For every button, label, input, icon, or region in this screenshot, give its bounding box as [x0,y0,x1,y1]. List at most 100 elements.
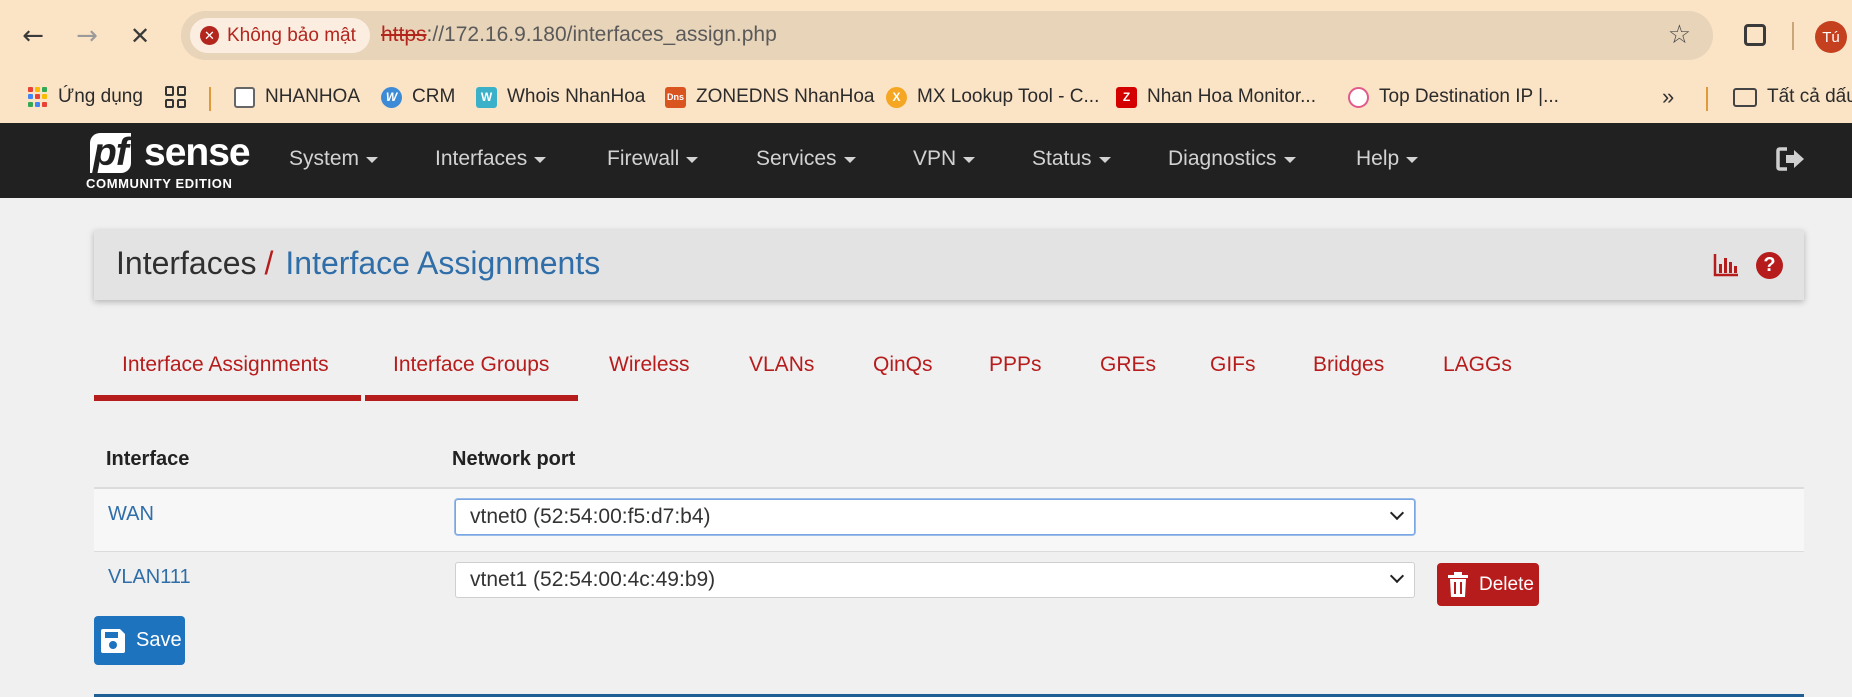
select-value: vtnet1 (52:54:00:4c:49:b9) [470,568,716,591]
tab-ppps[interactable]: PPPs [989,353,1042,377]
browser-toolbar: ← → ✕ ✕ Không bảo mật https://172.16.9.1… [0,0,1852,72]
tab-vlans[interactable]: VLANs [749,353,814,377]
caret-down-icon [963,157,976,163]
toolbar-divider [1792,22,1794,50]
bookmark-monitor[interactable]: Z Nhan Hoa Monitor... [1116,81,1316,113]
menu-services[interactable]: Services [756,147,856,171]
menu-firewall[interactable]: Firewall [607,147,699,171]
bookmark-label: Ứng dụng [58,86,143,107]
logo-sense: sense [144,131,251,174]
url-path: ://172.16.9.180/interfaces_assign.php [426,23,777,46]
tab-wireless[interactable]: Wireless [609,353,690,377]
url-scheme: https [381,23,427,46]
bookmark-tab-groups[interactable] [165,81,187,113]
pfsense-logo[interactable]: pf sense COMMUNITY EDITION [86,132,251,192]
bookmarks-separator [209,87,211,111]
column-header-interface: Interface [106,448,190,470]
tab-gres[interactable]: GREs [1100,353,1156,377]
interface-link-wan[interactable]: WAN [108,503,154,526]
floppy-disk-icon [101,628,125,653]
bookmarks-bar: Ứng dụng NHANHOA W CRM W Whois NhanHoa D… [0,72,1852,123]
tab-active-underline [94,395,361,401]
caret-down-icon [1098,157,1111,163]
logo-edition: COMMUNITY EDITION [86,176,233,191]
bookmark-top-destination[interactable]: Top Destination IP |... [1348,81,1559,113]
chevron-double-right-icon: » [1662,84,1675,109]
save-button[interactable]: Save [94,616,185,665]
bookmark-crm[interactable]: W CRM [381,81,455,113]
tab-bridges[interactable]: Bridges [1313,353,1384,377]
tab-laggs[interactable]: LAGGs [1443,353,1512,377]
interface-link-vlan111[interactable]: VLAN111 [108,566,191,589]
bookmark-label: Top Destination IP |... [1379,86,1559,107]
select-value: vtnet0 (52:54:00:f5:d7:b4) [470,505,711,528]
bookmark-label: ZONEDNS NhanHoa [696,86,875,107]
delete-button[interactable]: Delete [1437,563,1539,606]
whois-icon: W [476,86,497,108]
menu-help[interactable]: Help [1356,147,1419,171]
security-chip[interactable]: ✕ Không bảo mật [190,18,370,53]
bookmark-zonedns[interactable]: Dns ZONEDNS NhanHoa [665,81,874,113]
page-header: Interfaces / Interface Assignments ? [94,230,1804,300]
tab-gifs[interactable]: GIFs [1210,353,1256,377]
bookmark-nhanhoa[interactable]: NHANHOA [234,81,360,113]
extensions-icon[interactable] [1738,18,1772,52]
menu-system[interactable]: System [289,147,379,171]
menu-label: VPN [913,147,957,170]
menu-label: Interfaces [435,147,528,170]
apps-grid-icon [28,87,48,107]
row-divider [94,551,1804,552]
tab-qinqs[interactable]: QinQs [873,353,933,377]
forward-icon[interactable]: → [70,19,104,53]
menu-diagnostics[interactable]: Diagnostics [1168,147,1296,171]
network-port-select-vlan111[interactable]: vtnet1 (52:54:00:4c:49:b9) [455,562,1415,598]
bookmark-label: Whois NhanHoa [507,86,646,107]
bookmark-all[interactable]: Tất cả dấu [1733,81,1852,113]
breadcrumb-section[interactable]: Interfaces [116,245,257,281]
logout-icon[interactable] [1776,146,1806,172]
menu-interfaces[interactable]: Interfaces [435,147,547,171]
address-bar[interactable]: ✕ Không bảo mật https://172.16.9.180/int… [181,11,1713,60]
chevron-down-icon [1389,505,1405,521]
bookmark-label: CRM [412,86,456,107]
crm-icon: W [381,86,402,108]
menu-label: Firewall [607,147,680,170]
bookmarks-separator [1706,87,1708,111]
folder-icon [1733,87,1757,107]
menu-vpn[interactable]: VPN [913,147,976,171]
caret-down-icon [1406,157,1419,163]
url-text[interactable]: https://172.16.9.180/interfaces_assign.p… [381,23,777,47]
security-label: Không bảo mật [227,24,356,46]
tab-interface-assignments[interactable]: Interface Assignments [122,353,329,377]
bookmarks-overflow[interactable]: » [1662,81,1674,113]
logo-pf: pf [90,133,131,173]
bookmark-whois[interactable]: W Whois NhanHoa [476,81,645,113]
zabbix-icon: Z [1116,86,1137,108]
bookmark-mxtoolbox[interactable]: X MX Lookup Tool - C... [886,81,1099,113]
tab-interface-groups[interactable]: Interface Groups [393,353,549,377]
network-port-select-wan[interactable]: vtnet0 (52:54:00:f5:d7:b4) [455,499,1415,535]
main-navbar: pf sense COMMUNITY EDITION System Interf… [0,123,1852,198]
caret-down-icon [534,157,547,163]
bar-chart-icon[interactable] [1713,253,1739,277]
bookmark-label: NHANHOA [265,86,361,107]
back-icon[interactable]: ← [16,19,50,53]
caret-down-icon [686,157,699,163]
menu-label: Services [756,147,837,170]
breadcrumb-separator: / [264,245,274,281]
trash-icon [1448,571,1468,597]
chevron-down-icon [1389,568,1405,584]
bookmark-star-icon[interactable]: ☆ [1668,19,1691,50]
tab-groups-icon [165,86,187,108]
menu-status[interactable]: Status [1032,147,1111,171]
menu-label: Help [1356,147,1400,170]
tab-hover-underline [365,395,578,401]
column-header-network-port: Network port [452,448,576,470]
page-title[interactable]: Interface Assignments [285,245,600,281]
browser-chrome: ← → ✕ ✕ Không bảo mật https://172.16.9.1… [0,0,1852,123]
bookmark-apps[interactable]: Ứng dụng [28,81,143,113]
profile-avatar[interactable]: Tú [1815,21,1847,53]
help-icon[interactable]: ? [1756,252,1783,279]
stop-loading-icon[interactable]: ✕ [123,19,157,53]
menu-label: Status [1032,147,1092,170]
